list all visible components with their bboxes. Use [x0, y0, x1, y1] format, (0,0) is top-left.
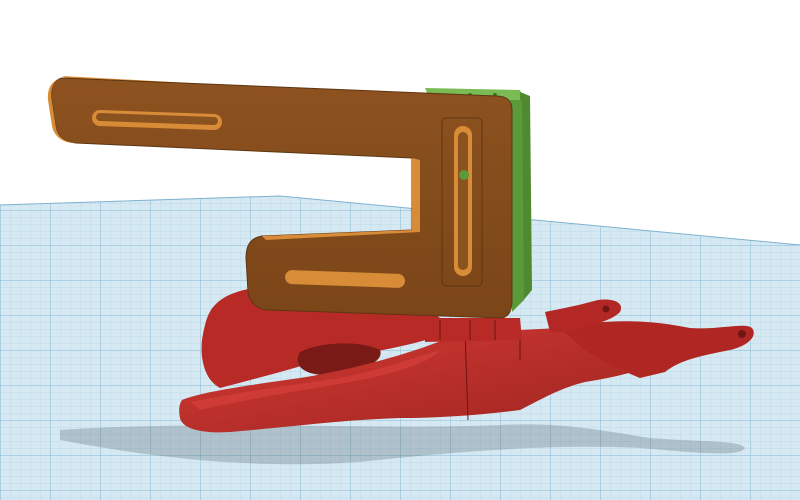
3d-scene[interactable] [0, 0, 800, 500]
3d-viewport[interactable] [0, 0, 800, 500]
bracket-cutout-edge [412, 158, 420, 232]
bracket-hole [459, 170, 469, 180]
base-clamp-hole-upper [602, 305, 610, 313]
connector-block [425, 318, 522, 342]
bracket-slot-vertical-inner [458, 132, 468, 270]
base-clamp-hole-right [738, 330, 746, 338]
